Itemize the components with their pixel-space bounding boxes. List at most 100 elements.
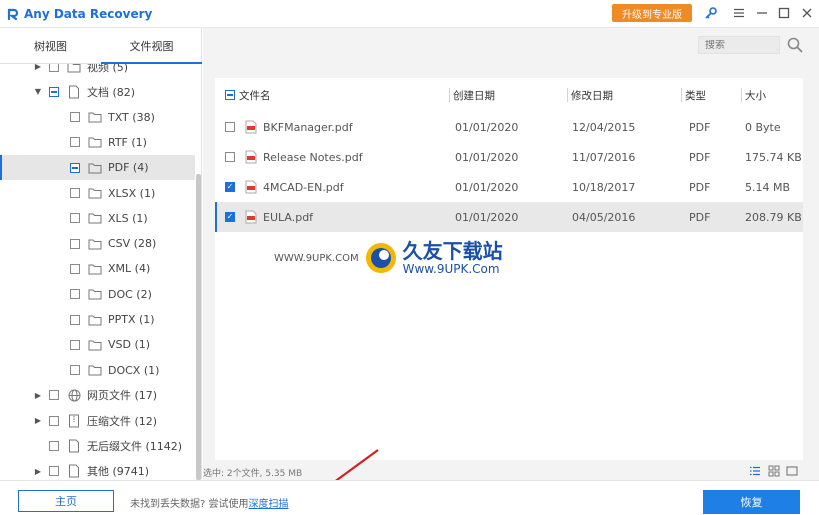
pdf-file-icon bbox=[245, 150, 257, 164]
tree-checkbox[interactable] bbox=[70, 314, 80, 325]
file-type: PDF bbox=[689, 150, 711, 164]
folder-icon bbox=[88, 186, 102, 200]
collapse-arrow-icon[interactable]: ▼ bbox=[33, 87, 43, 96]
tree-checkbox[interactable] bbox=[70, 188, 80, 198]
header-name[interactable]: 文件名 bbox=[239, 78, 271, 112]
row-checkbox[interactable]: ✓ bbox=[225, 182, 235, 192]
preview-view-icon[interactable] bbox=[786, 465, 798, 477]
document-icon bbox=[67, 439, 81, 453]
tree-item[interactable]: ▶ 网页文件 (17) bbox=[0, 383, 195, 408]
tree-item-label: 文档 (82) bbox=[87, 85, 136, 99]
grid-view-icon[interactable] bbox=[768, 465, 780, 477]
category-tree: ▶ 视频 (5) ▼ 文档 (82) TXT (38) RTF (1) PDF (4) XLS… bbox=[0, 64, 202, 480]
expand-arrow-icon[interactable]: ▶ bbox=[33, 64, 43, 71]
watermark-title: 久友下载站 bbox=[402, 239, 503, 263]
search-box[interactable] bbox=[698, 36, 781, 54]
expand-arrow-icon[interactable]: ▶ bbox=[33, 391, 43, 400]
tree-checkbox[interactable] bbox=[70, 162, 80, 173]
tree-scrollbar[interactable] bbox=[196, 174, 201, 480]
header-divider bbox=[681, 88, 682, 102]
header-size[interactable]: 大小 bbox=[745, 78, 766, 112]
tree-checkbox[interactable] bbox=[70, 339, 80, 350]
header-modified[interactable]: 修改日期 bbox=[571, 78, 613, 112]
tree-item[interactable]: ▶ 压缩文件 (12) bbox=[0, 408, 195, 433]
tree-checkbox[interactable] bbox=[49, 86, 59, 97]
left-panel: 树视图 文件视图 ▶ 视频 (5) ▼ 文档 (82) TXT (38) RTF (1) P… bbox=[0, 28, 202, 480]
file-type: PDF bbox=[689, 210, 711, 224]
created-date: 01/01/2020 bbox=[455, 210, 519, 224]
tree-item[interactable]: XLSX (1) bbox=[0, 181, 195, 206]
upgrade-button[interactable]: 升级到专业版 bbox=[612, 4, 692, 22]
tree-item[interactable]: ▼ 文档 (82) bbox=[0, 79, 195, 104]
tree-item[interactable]: CSV (28) bbox=[0, 231, 195, 256]
tree-item-label: RTF (1) bbox=[108, 135, 147, 149]
watermark-logo-icon bbox=[363, 240, 399, 276]
row-checkbox[interactable] bbox=[225, 152, 235, 162]
file-size: 0 Byte bbox=[745, 120, 781, 134]
select-all-checkbox[interactable] bbox=[225, 90, 235, 100]
globe-icon bbox=[67, 388, 81, 402]
recover-button[interactable]: 恢复 bbox=[703, 490, 800, 514]
tree-checkbox[interactable] bbox=[49, 415, 59, 426]
tree-checkbox[interactable] bbox=[49, 441, 59, 451]
tree-item[interactable]: VSD (1) bbox=[0, 332, 195, 357]
row-checkbox[interactable]: ✓ bbox=[225, 212, 235, 222]
modified-date: 11/07/2016 bbox=[572, 150, 636, 164]
tree-item[interactable]: TXT (38) bbox=[0, 105, 195, 130]
tree-item-label: CSV (28) bbox=[108, 237, 157, 251]
tab-tree-view[interactable]: 树视图 bbox=[0, 28, 101, 63]
folder-icon bbox=[88, 161, 102, 175]
deep-scan-link[interactable]: 深度扫描 bbox=[249, 499, 289, 510]
tree-item[interactable]: XML (4) bbox=[0, 256, 195, 281]
tree-item[interactable]: 无后缀文件 (1142) bbox=[0, 434, 195, 459]
home-button[interactable]: 主页 bbox=[18, 490, 114, 512]
menu-icon[interactable] bbox=[731, 5, 747, 21]
folder-icon bbox=[88, 363, 102, 377]
app-title: Any Data Recovery bbox=[24, 6, 153, 21]
expand-arrow-icon[interactable]: ▶ bbox=[33, 467, 43, 476]
tree-item[interactable]: XLS (1) bbox=[0, 206, 195, 231]
tree-item[interactable]: RTF (1) bbox=[0, 130, 195, 155]
select-all-checkbox-cell[interactable] bbox=[225, 78, 235, 112]
tree-checkbox[interactable] bbox=[70, 238, 80, 249]
tree-item[interactable]: DOCX (1) bbox=[0, 358, 195, 383]
tree-checkbox[interactable] bbox=[70, 289, 80, 300]
tree-checkbox[interactable] bbox=[49, 64, 59, 72]
modified-date: 10/18/2017 bbox=[572, 180, 636, 194]
table-row[interactable]: BKFManager.pdf 01/01/2020 12/04/2015 PDF 0 B… bbox=[215, 112, 803, 142]
tree-item[interactable]: PDF (4) bbox=[0, 155, 195, 181]
folder-icon bbox=[67, 64, 81, 74]
table-row[interactable]: ✓ EULA.pdf 01/01/2020 04/05/2016 PDF 208.79 K… bbox=[215, 202, 803, 232]
list-view-icon[interactable] bbox=[749, 465, 761, 477]
header-created[interactable]: 创建日期 bbox=[453, 78, 495, 112]
maximize-icon[interactable] bbox=[776, 5, 792, 21]
table-header: 文件名 创建日期 修改日期 类型 大小 bbox=[215, 78, 803, 112]
tree-checkbox[interactable] bbox=[70, 112, 80, 123]
tree-checkbox[interactable] bbox=[70, 137, 80, 148]
search-input[interactable] bbox=[705, 39, 781, 51]
tree-item[interactable]: ▶ 视频 (5) bbox=[0, 64, 195, 79]
tree-checkbox[interactable] bbox=[70, 263, 80, 274]
folder-icon bbox=[88, 287, 102, 301]
tree-checkbox[interactable] bbox=[70, 213, 80, 224]
header-divider bbox=[567, 88, 568, 102]
tree-checkbox[interactable] bbox=[70, 365, 80, 376]
tab-file-view[interactable]: 文件视图 bbox=[101, 28, 202, 64]
expand-arrow-icon[interactable]: ▶ bbox=[33, 416, 43, 425]
tree-item[interactable]: PPTX (1) bbox=[0, 307, 195, 332]
modified-date: 04/05/2016 bbox=[572, 210, 636, 224]
tree-checkbox[interactable] bbox=[49, 466, 59, 477]
table-row[interactable]: ✓ 4MCAD-EN.pdf 01/01/2020 10/18/2017 PDF 5.14… bbox=[215, 172, 803, 202]
search-icon[interactable] bbox=[786, 36, 804, 54]
table-row[interactable]: Release Notes.pdf 01/01/2020 11/07/2016 PDF… bbox=[215, 142, 803, 172]
key-icon[interactable] bbox=[703, 5, 719, 21]
tree-item[interactable]: DOC (2) bbox=[0, 282, 195, 307]
header-divider bbox=[741, 88, 742, 102]
row-checkbox[interactable] bbox=[225, 122, 235, 132]
tree-checkbox[interactable] bbox=[49, 390, 59, 401]
header-type[interactable]: 类型 bbox=[685, 78, 706, 112]
tree-item-label: VSD (1) bbox=[108, 338, 151, 352]
minimize-icon[interactable] bbox=[754, 5, 770, 21]
tree-item[interactable]: ▶ 其他 (9741) bbox=[0, 459, 195, 480]
close-icon[interactable] bbox=[799, 5, 815, 21]
